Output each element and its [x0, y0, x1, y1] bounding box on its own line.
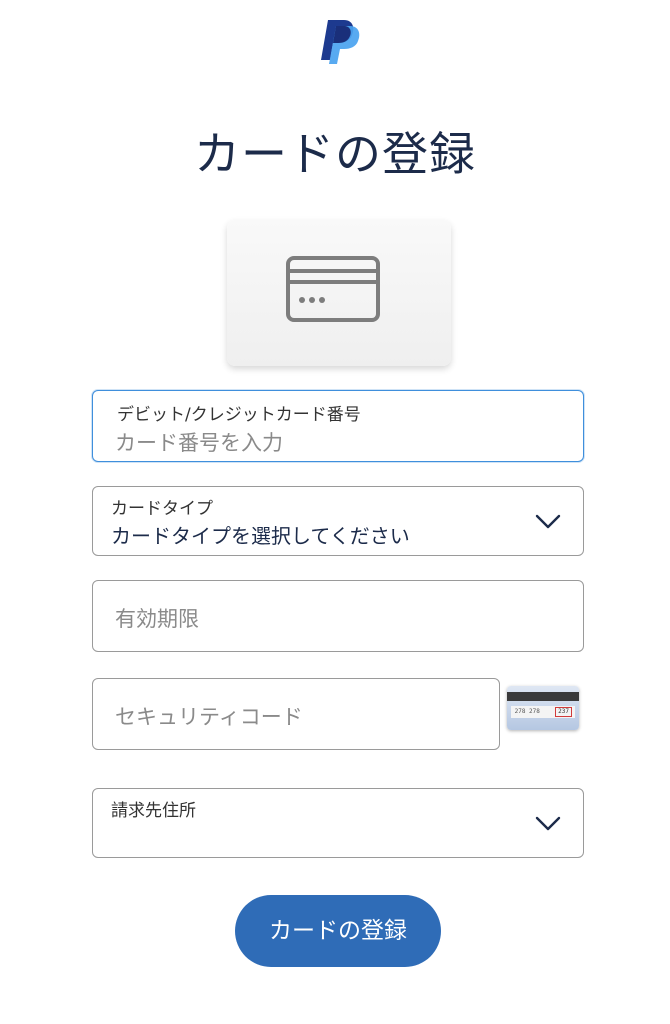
register-card-button[interactable]: カードの登録	[235, 895, 441, 967]
expiry-input[interactable]: 有効期限	[115, 603, 199, 633]
card-number-input[interactable]: カード番号を入力	[115, 427, 283, 457]
paypal-logo-icon	[321, 20, 360, 64]
card-type-label: カードタイプ	[111, 499, 213, 519]
credit-card-icon	[286, 256, 380, 322]
card-preview	[227, 220, 451, 366]
chevron-down-icon	[535, 514, 561, 529]
card-back-cvv-icon: 278 278 237	[507, 686, 579, 730]
card-type-value: カードタイプを選択してください	[111, 524, 410, 548]
expiry-field[interactable]: 有効期限	[92, 580, 584, 652]
card-type-select[interactable]: カードタイプ カードタイプを選択してください	[92, 486, 584, 556]
chevron-down-icon	[535, 816, 561, 831]
card-number-field[interactable]: デビット/クレジットカード番号 カード番号を入力	[92, 390, 584, 462]
billing-address-label: 請求先住所	[111, 801, 196, 821]
security-code-input[interactable]: セキュリティコード	[115, 701, 303, 731]
security-code-field[interactable]: セキュリティコード	[92, 678, 500, 750]
page-title: カードの登録	[194, 127, 476, 181]
billing-address-select[interactable]: 請求先住所	[92, 788, 584, 858]
card-number-label: デビット/クレジットカード番号	[117, 405, 361, 425]
